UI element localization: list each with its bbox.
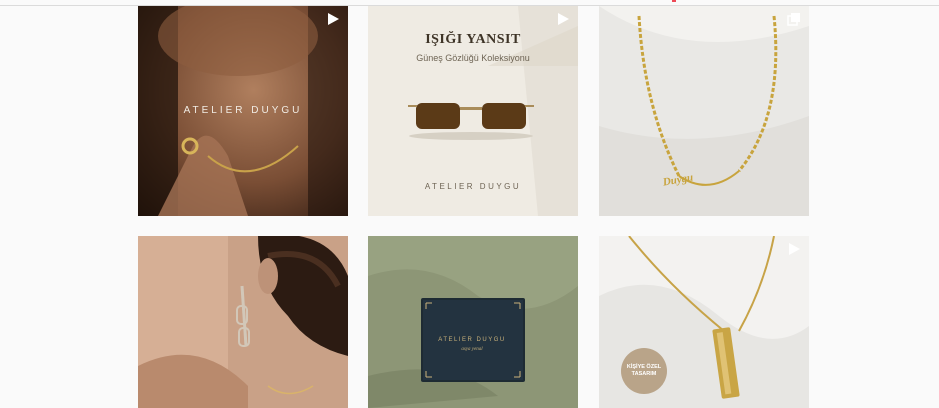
box-subtitle-text: asya yenal — [461, 347, 483, 352]
post-thumbnail-1[interactable]: ATELIER DUYGU — [138, 6, 348, 216]
box-brand-text: ATELIER DUYGU — [438, 337, 506, 343]
watermark-text: ATELIER DUYGU — [183, 105, 303, 116]
post-subtitle: Güneş Gözlüğü Koleksiyonu — [416, 53, 530, 63]
reel-play-icon — [328, 13, 339, 25]
post-title: IŞIĞI YANSIT — [425, 32, 521, 47]
stamp-line-1: KİŞİYE ÖZEL — [626, 364, 662, 370]
post-image — [138, 236, 348, 408]
reel-play-icon — [558, 13, 569, 25]
reel-play-icon — [789, 243, 800, 255]
carousel-icon — [787, 13, 800, 26]
brand-text: ATELIER DUYGU — [424, 182, 522, 191]
post-thumbnail-2[interactable]: IŞIĞI YANSIT Güneş Gözlüğü Koleksiyonu A… — [368, 6, 578, 216]
post-image — [599, 6, 809, 216]
post-thumbnail-4[interactable] — [138, 236, 348, 408]
active-tab-indicator — [672, 0, 676, 2]
post-thumbnail-6[interactable]: KİŞİYE ÖZEL TASARIM — [599, 236, 809, 408]
post-thumbnail-3[interactable]: Duygu — [599, 6, 809, 216]
post-thumbnail-5[interactable]: ATELIER DUYGU asya yenal — [368, 236, 578, 408]
post-image — [368, 236, 578, 408]
custom-design-stamp: KİŞİYE ÖZEL TASARIM — [621, 348, 667, 394]
stamp-line-2: TASARIM — [631, 371, 657, 377]
